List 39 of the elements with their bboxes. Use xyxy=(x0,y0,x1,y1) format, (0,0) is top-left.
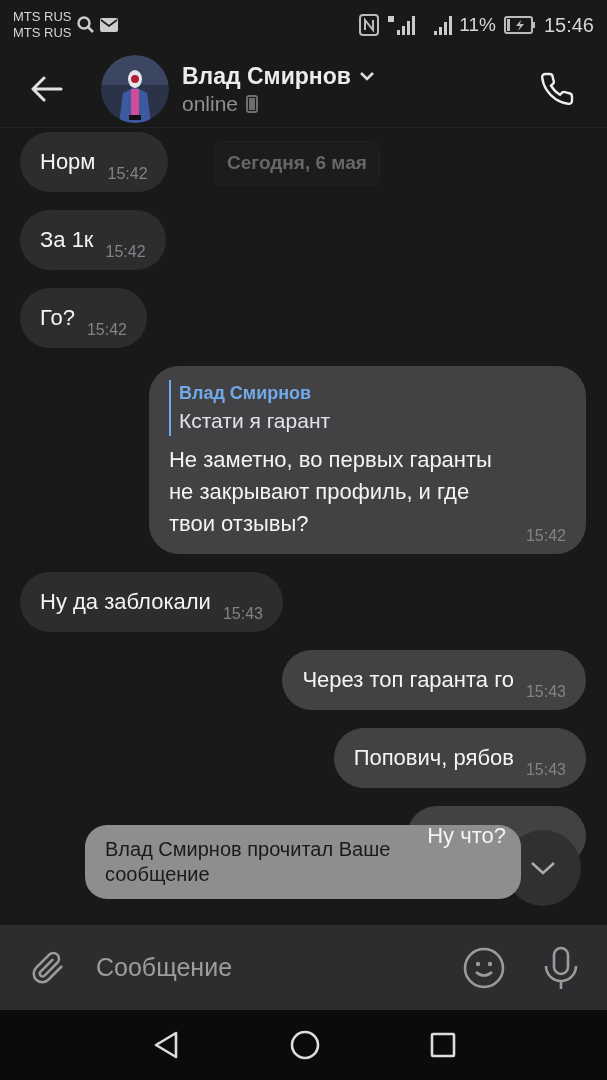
toast-text: Влад Смирнов прочитал Ваше сообщение xyxy=(105,837,392,887)
signal-icon xyxy=(387,14,418,36)
emoji-button[interactable] xyxy=(463,946,505,989)
contact-name[interactable]: Влад Смирнов xyxy=(182,60,351,91)
battery-icon xyxy=(503,16,536,34)
phone-icon xyxy=(246,94,259,113)
message-text: Ну да заблокали xyxy=(40,588,211,616)
reply-text: Кстати я гарант xyxy=(178,408,332,434)
message-text: Не заметно, во первых гаранты не закрывают профиль, и где твои отзывы? xyxy=(168,446,493,538)
message-time: 15:42 xyxy=(107,164,148,184)
message-text: Ну что? xyxy=(427,822,506,850)
message-time: 15:42 xyxy=(86,320,127,340)
nfc-icon xyxy=(359,14,380,36)
message-time: 15:42 xyxy=(525,526,566,546)
message-text: Через топ гаранта го xyxy=(302,666,514,694)
message-time: 15:43 xyxy=(525,682,566,702)
mail-icon xyxy=(99,18,118,32)
search-icon xyxy=(75,15,96,35)
carrier-name: MTS RUS xyxy=(13,25,72,41)
message-time: 15:43 xyxy=(525,760,566,780)
nav-recents-button[interactable] xyxy=(429,1032,456,1058)
clock: 15:46 xyxy=(543,13,594,38)
nav-home-button[interactable] xyxy=(289,1030,320,1060)
message-input[interactable]: Сообщение xyxy=(96,948,463,987)
message-text: За 1к xyxy=(40,226,94,254)
carrier-name: MTS RUS xyxy=(13,9,72,25)
online-status: online xyxy=(182,90,239,117)
microphone-button[interactable] xyxy=(543,945,579,990)
message-time: 15:43 xyxy=(222,604,263,624)
message-text: Го? xyxy=(40,304,75,332)
message-field[interactable]: Сообщение xyxy=(0,925,607,1010)
chevron-down-icon[interactable] xyxy=(358,70,375,81)
reply-author: Влад Смирнов xyxy=(178,382,313,405)
date-badge: Сегодня, 6 мая xyxy=(214,141,380,186)
chevron-down-icon xyxy=(529,860,557,876)
message-time: 15:42 xyxy=(105,242,146,262)
battery-percent: 11% xyxy=(459,12,496,37)
message-text: Норм xyxy=(40,148,96,176)
message-text: Попович, рябов xyxy=(353,744,514,772)
